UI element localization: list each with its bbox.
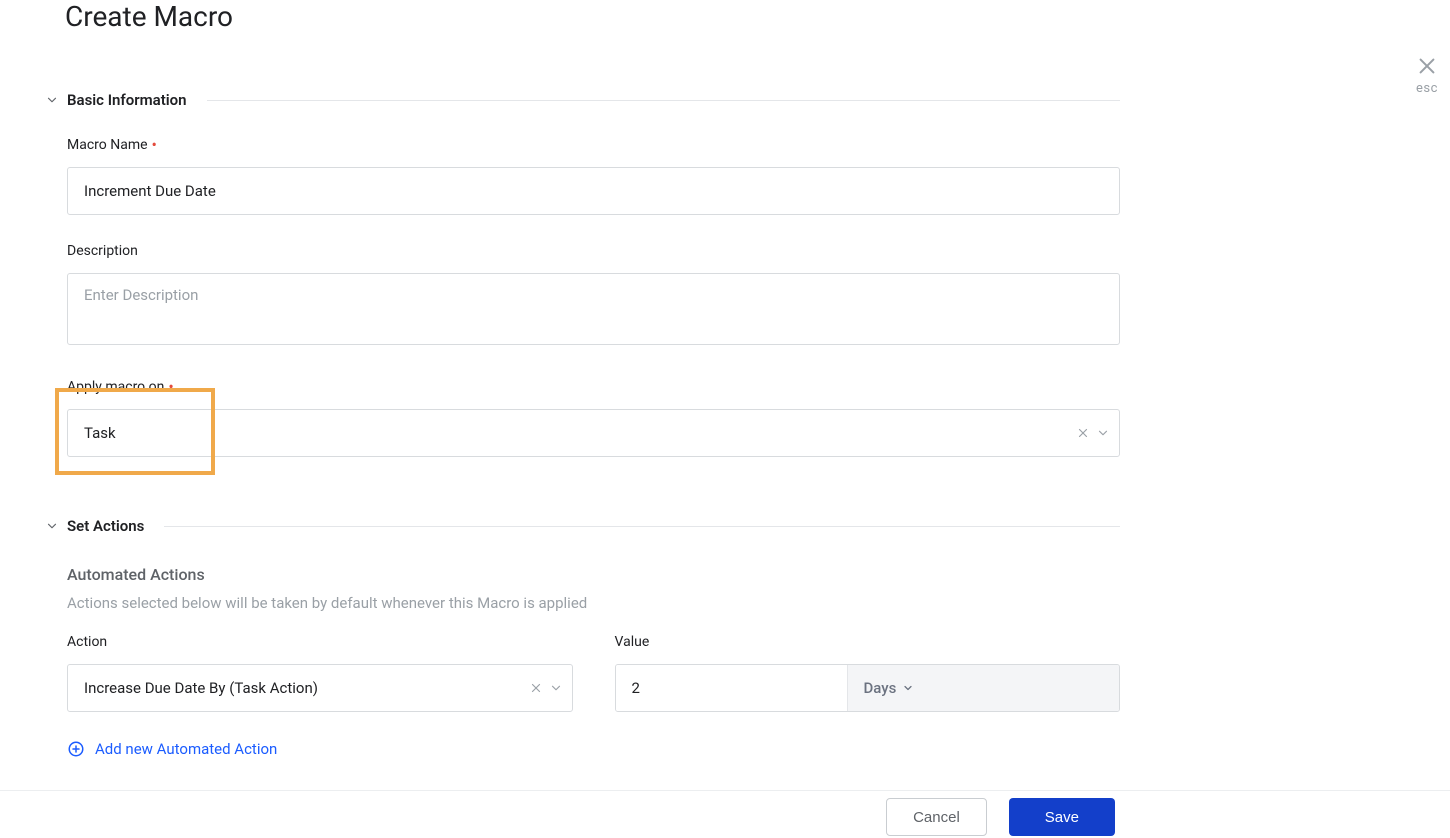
value-number-input[interactable] (616, 665, 847, 711)
macro-name-label: Macro Name • (67, 137, 1120, 153)
section-actions-title: Set Actions (67, 517, 144, 535)
required-indicator: • (152, 141, 157, 149)
apply-on-select[interactable]: Task (67, 409, 1120, 457)
plus-circle-icon (67, 740, 85, 758)
section-divider (207, 100, 1120, 101)
cancel-button[interactable]: Cancel (886, 798, 987, 836)
description-input[interactable] (67, 273, 1120, 345)
close-icon (1416, 55, 1438, 77)
value-unit-select[interactable]: Days (847, 665, 1120, 711)
clear-icon[interactable] (1076, 426, 1090, 440)
chevron-down-icon (902, 682, 914, 694)
macro-name-input[interactable] (67, 167, 1120, 215)
add-automated-action-link[interactable]: Add new Automated Action (67, 740, 1120, 758)
section-basic-header[interactable]: Basic Information (45, 91, 1120, 109)
chevron-down-icon (45, 93, 59, 107)
action-value: Increase Due Date By (Task Action) (84, 679, 318, 697)
description-label: Description (67, 243, 1120, 259)
action-label: Action (67, 634, 573, 650)
apply-on-value: Task (84, 424, 116, 442)
clear-icon[interactable] (529, 681, 543, 695)
chevron-down-icon (45, 519, 59, 533)
apply-on-label: Apply macro on • (67, 379, 1120, 395)
page-title: Create Macro (65, 0, 1120, 33)
chevron-down-icon[interactable] (1096, 426, 1110, 440)
chevron-down-icon[interactable] (549, 681, 563, 695)
esc-label: esc (1416, 81, 1438, 96)
section-basic-title: Basic Information (67, 91, 187, 109)
section-divider (164, 526, 1120, 527)
action-select[interactable]: Increase Due Date By (Task Action) (67, 664, 573, 712)
required-indicator: • (168, 383, 173, 391)
value-unit-text: Days (864, 679, 897, 697)
automated-actions-description: Actions selected below will be taken by … (67, 594, 1120, 612)
add-link-text: Add new Automated Action (95, 740, 277, 758)
footer: Cancel Save (0, 790, 1450, 838)
section-actions-header[interactable]: Set Actions (45, 517, 1120, 535)
save-button[interactable]: Save (1009, 798, 1115, 836)
automated-actions-heading: Automated Actions (67, 565, 1120, 584)
close-button[interactable]: esc (1416, 55, 1438, 96)
value-label: Value (615, 634, 1121, 650)
